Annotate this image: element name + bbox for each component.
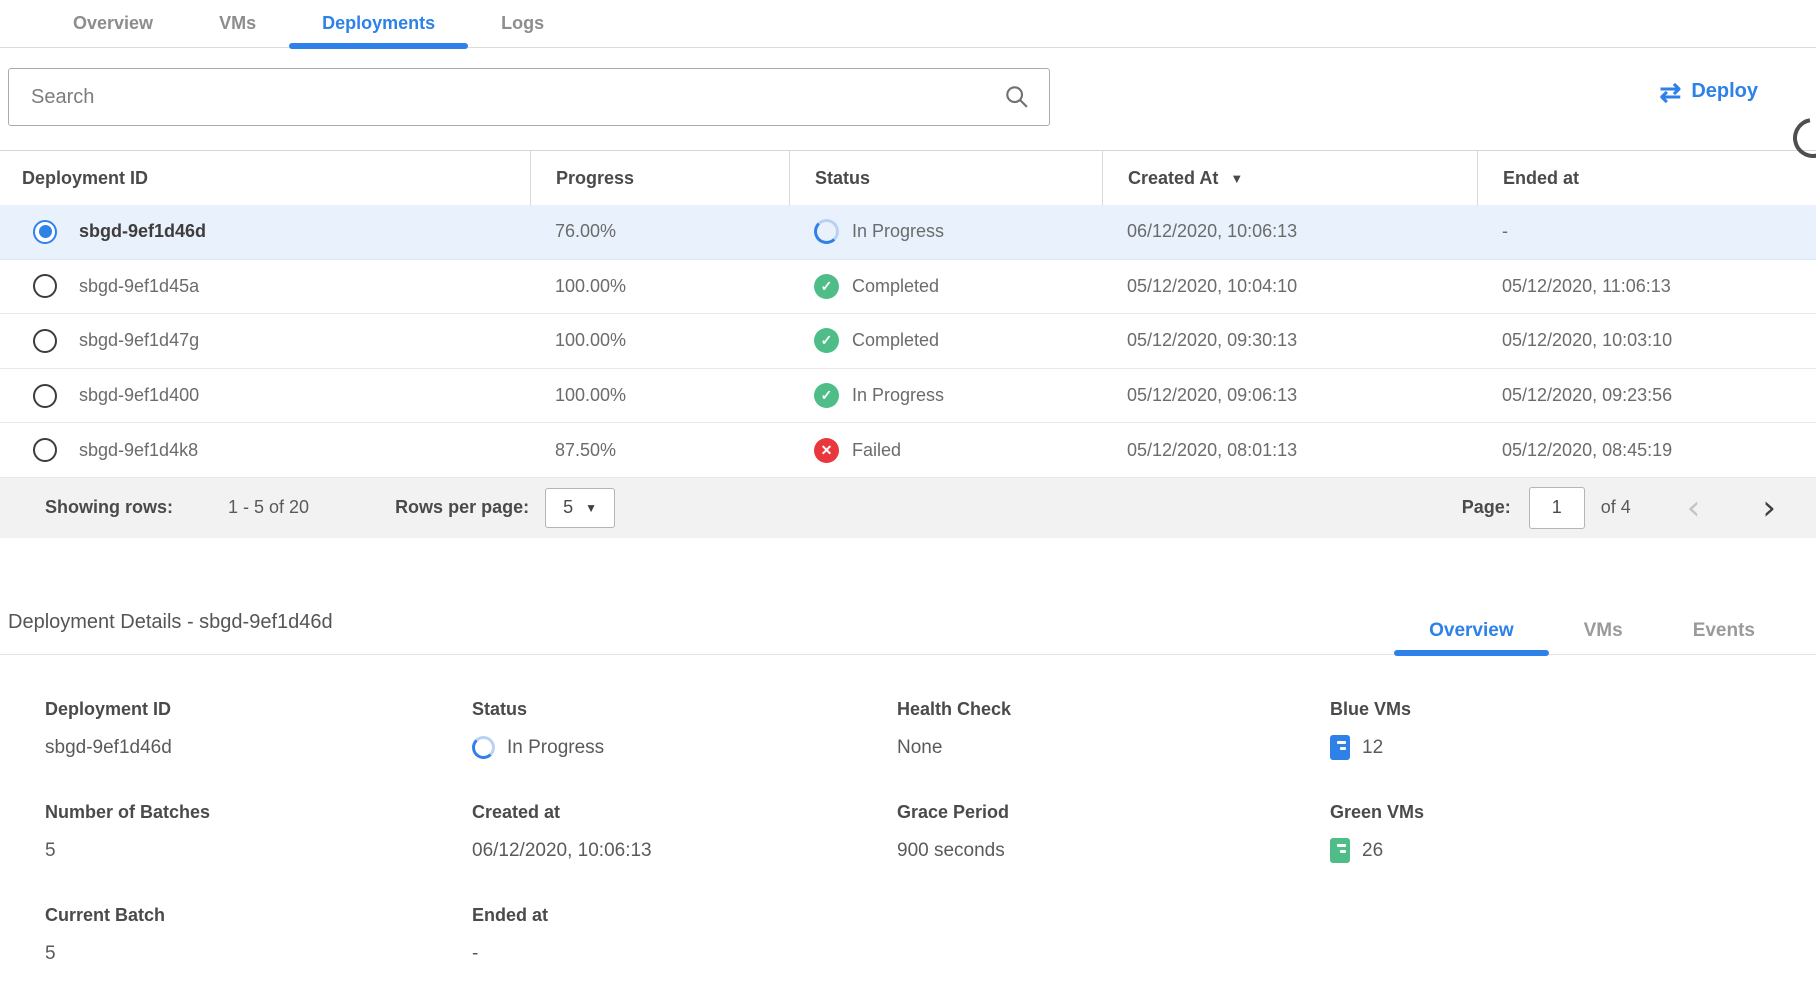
column-header-progress[interactable]: Progress bbox=[530, 151, 789, 205]
status-success-icon bbox=[814, 274, 839, 299]
deployment-id: sbgd-9ef1d4k8 bbox=[79, 440, 198, 461]
details-title: Deployment Details - sbgd-9ef1d46d bbox=[8, 611, 333, 634]
showing-rows-label: Showing rows: bbox=[45, 497, 173, 518]
next-page-button[interactable]: › bbox=[1762, 493, 1776, 523]
row-radio[interactable] bbox=[33, 220, 57, 244]
status-text: Completed bbox=[852, 276, 939, 297]
table-row[interactable]: sbgd-9ef1d46d 76.00% In Progress 06/12/2… bbox=[0, 205, 1816, 260]
status-text: Failed bbox=[852, 440, 901, 461]
rows-per-page-label: Rows per page: bbox=[395, 497, 529, 518]
row-radio[interactable] bbox=[33, 274, 57, 298]
tab-deployments-label: Deployments bbox=[322, 13, 435, 34]
row-radio[interactable] bbox=[33, 329, 57, 353]
page-number-input[interactable] bbox=[1529, 487, 1585, 529]
status-text: In Progress bbox=[852, 221, 944, 242]
status-failed-icon bbox=[814, 438, 839, 463]
field-blue-vms: Blue VMs 12 bbox=[1330, 699, 1816, 761]
search-box[interactable] bbox=[8, 68, 1050, 126]
status-success-icon bbox=[814, 328, 839, 353]
deploy-button-label: Deploy bbox=[1691, 80, 1758, 103]
details-grid: Deployment ID sbgd-9ef1d46d Status In Pr… bbox=[0, 655, 1816, 967]
tab-overview[interactable]: Overview bbox=[40, 0, 186, 47]
tab-deployments[interactable]: Deployments bbox=[289, 0, 468, 47]
table-header: Deployment ID Progress Status Created At… bbox=[0, 150, 1816, 205]
column-header-deployment-id[interactable]: Deployment ID bbox=[0, 151, 530, 205]
field-current-batch: Current Batch 5 bbox=[45, 905, 472, 967]
field-created-at: Created at 06/12/2020, 10:06:13 bbox=[472, 802, 897, 864]
deploy-button[interactable]: ⇄ Deploy bbox=[1660, 80, 1758, 103]
vm-green-icon bbox=[1330, 838, 1350, 863]
search-icon bbox=[1003, 83, 1031, 111]
showing-rows-value: 1 - 5 of 20 bbox=[228, 497, 309, 518]
field-green-vms: Green VMs 26 bbox=[1330, 802, 1816, 864]
progress-value: 100.00% bbox=[555, 385, 626, 406]
created-at-value: 06/12/2020, 10:06:13 bbox=[1127, 221, 1297, 242]
table-row[interactable]: sbgd-9ef1d45a 100.00% Completed 05/12/20… bbox=[0, 260, 1816, 315]
status-text: In Progress bbox=[852, 385, 944, 406]
previous-page-button[interactable]: ‹ bbox=[1687, 493, 1701, 523]
created-at-value: 05/12/2020, 09:06:13 bbox=[1127, 385, 1297, 406]
details-tab-overview[interactable]: Overview bbox=[1394, 608, 1549, 654]
swap-arrows-icon: ⇄ bbox=[1660, 82, 1682, 102]
column-header-ended-at[interactable]: Ended at bbox=[1477, 151, 1816, 205]
field-health-check: Health Check None bbox=[897, 699, 1330, 761]
deployment-id: sbgd-9ef1d47g bbox=[79, 330, 199, 351]
toolbar: ⇄ Deploy bbox=[0, 48, 1816, 150]
ended-at-value: 05/12/2020, 08:45:19 bbox=[1502, 440, 1672, 461]
field-grace-period: Grace Period 900 seconds bbox=[897, 802, 1330, 864]
column-header-status[interactable]: Status bbox=[789, 151, 1102, 205]
field-number-of-batches: Number of Batches 5 bbox=[45, 802, 472, 864]
page-label: Page: bbox=[1462, 497, 1511, 518]
vm-blue-icon bbox=[1330, 735, 1350, 760]
field-deployment-id: Deployment ID sbgd-9ef1d46d bbox=[45, 699, 472, 761]
chevron-down-icon: ▼ bbox=[585, 501, 597, 515]
details-tab-bar: Overview VMs Events bbox=[1394, 608, 1790, 654]
tab-overview-label: Overview bbox=[73, 13, 153, 34]
spinner-icon bbox=[472, 736, 495, 759]
rows-per-page-value: 5 bbox=[563, 497, 573, 518]
top-tab-bar: Overview VMs Deployments Logs bbox=[0, 0, 1816, 48]
status-spinner-icon bbox=[814, 219, 839, 244]
page-total: of 4 bbox=[1601, 497, 1631, 518]
ended-at-value: 05/12/2020, 11:06:13 bbox=[1502, 276, 1671, 297]
field-ended-at: Ended at - bbox=[472, 905, 897, 967]
deployment-id: sbgd-9ef1d45a bbox=[79, 276, 199, 297]
row-radio[interactable] bbox=[33, 438, 57, 462]
deployment-id: sbgd-9ef1d46d bbox=[79, 221, 206, 242]
tab-vms-label: VMs bbox=[219, 13, 256, 34]
details-tab-vms[interactable]: VMs bbox=[1549, 608, 1658, 654]
table-row[interactable]: sbgd-9ef1d400 100.00% In Progress 05/12/… bbox=[0, 369, 1816, 424]
field-status: Status In Progress bbox=[472, 699, 897, 761]
progress-value: 100.00% bbox=[555, 330, 626, 351]
table-row[interactable]: sbgd-9ef1d4k8 87.50% Failed 05/12/2020, … bbox=[0, 423, 1816, 478]
tab-vms[interactable]: VMs bbox=[186, 0, 289, 47]
created-at-value: 05/12/2020, 08:01:13 bbox=[1127, 440, 1297, 461]
progress-value: 100.00% bbox=[555, 276, 626, 297]
created-at-value: 05/12/2020, 09:30:13 bbox=[1127, 330, 1297, 351]
tab-logs-label: Logs bbox=[501, 13, 544, 34]
progress-value: 87.50% bbox=[555, 440, 616, 461]
search-input[interactable] bbox=[31, 86, 1003, 109]
tab-logs[interactable]: Logs bbox=[468, 0, 577, 47]
ended-at-value: 05/12/2020, 09:23:56 bbox=[1502, 385, 1672, 406]
sort-descending-icon[interactable]: ▼ bbox=[1230, 171, 1243, 186]
table-row[interactable]: sbgd-9ef1d47g 100.00% Completed 05/12/20… bbox=[0, 314, 1816, 369]
progress-value: 76.00% bbox=[555, 221, 616, 242]
created-at-value: 05/12/2020, 10:04:10 bbox=[1127, 276, 1297, 297]
deployment-id: sbgd-9ef1d400 bbox=[79, 385, 199, 406]
details-header: Deployment Details - sbgd-9ef1d46d Overv… bbox=[0, 538, 1816, 655]
pagination-bar: Showing rows: 1 - 5 of 20 Rows per page:… bbox=[0, 478, 1816, 538]
status-success-icon bbox=[814, 383, 839, 408]
rows-per-page-select[interactable]: 5 ▼ bbox=[545, 488, 615, 528]
ended-at-value: 05/12/2020, 10:03:10 bbox=[1502, 330, 1672, 351]
details-tab-events[interactable]: Events bbox=[1658, 608, 1790, 654]
column-header-created-at[interactable]: Created At ▼ bbox=[1102, 151, 1477, 205]
status-text: Completed bbox=[852, 330, 939, 351]
ended-at-value: - bbox=[1502, 221, 1508, 242]
row-radio[interactable] bbox=[33, 384, 57, 408]
